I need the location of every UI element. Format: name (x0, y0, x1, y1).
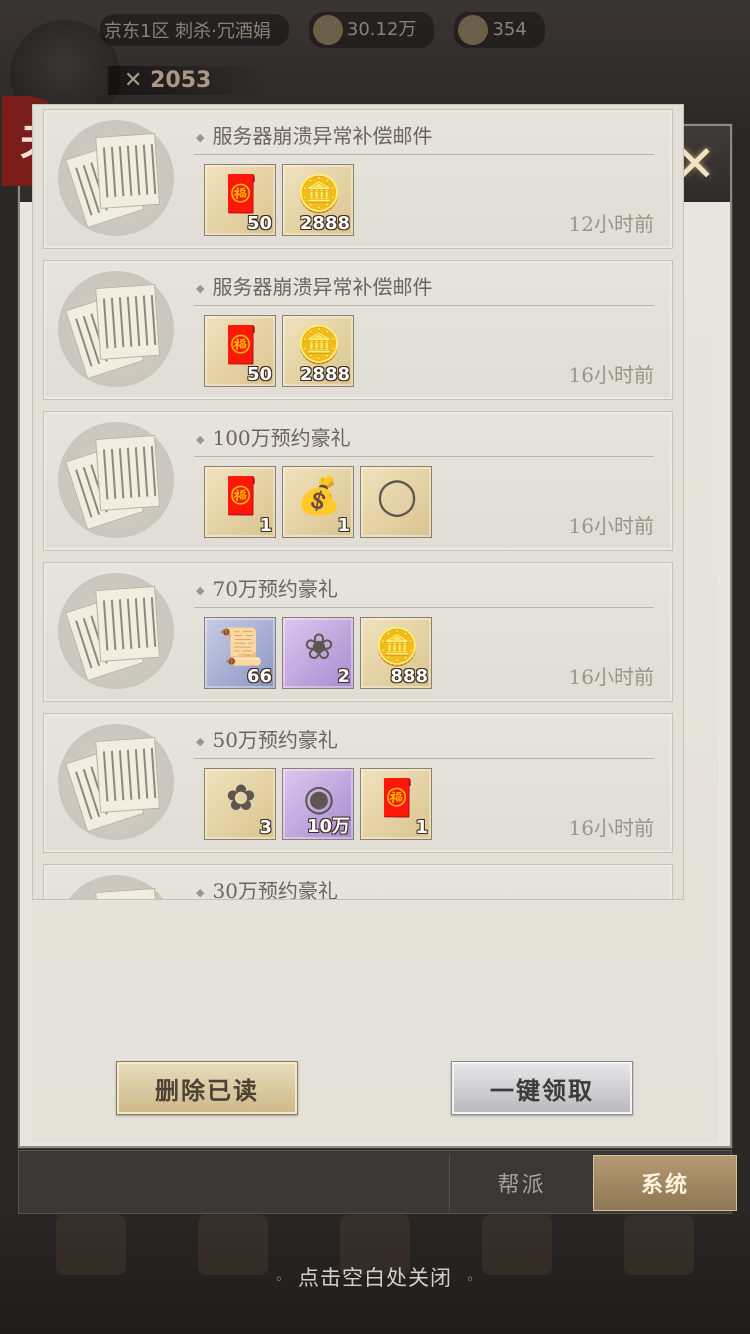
claim-all-button[interactable]: 一键领取 (451, 1061, 633, 1115)
silver-amount: 30.12万 (346, 19, 417, 40)
reward-item[interactable]: 🧧 1 (204, 466, 276, 538)
mail-item[interactable]: 30万预约豪礼 (43, 864, 673, 899)
reward-count: 50 (246, 213, 272, 234)
reward-item[interactable]: 💰 1 (282, 466, 354, 538)
mail-item[interactable]: 70万预约豪礼 📜66❀2🪙888 16小时前 (43, 562, 673, 702)
mail-rewards: 🧧 1 💰 1 ◯ (204, 466, 432, 538)
mail-divider (194, 305, 654, 306)
letter-sheet (95, 132, 161, 209)
mail-letter-icon (58, 120, 174, 236)
background-right (730, 130, 750, 1220)
letter-paper-icon (63, 579, 175, 687)
silver-coin-icon (312, 15, 343, 45)
gold-resource: 354 (454, 12, 545, 48)
mail-time: 16小时前 (568, 363, 654, 387)
mail-letter-icon (58, 724, 174, 840)
reward-item[interactable]: ◉ 10万 (282, 768, 354, 840)
tab-system[interactable]: 系统 (593, 1155, 737, 1211)
mail-time: 12小时前 (568, 212, 654, 236)
reward-count: 10万 (306, 816, 350, 837)
letter-sheet (95, 283, 161, 360)
reward-item[interactable]: 📜 66 (204, 617, 276, 689)
reward-count: 2888 (299, 364, 350, 385)
letter-sheet (95, 887, 161, 899)
reward-count: 3 (259, 817, 272, 838)
mail-rewards: 🧧 50 🪙 2888 (204, 315, 354, 387)
gold-amount: 354 (492, 19, 527, 40)
tab-gang[interactable]: 帮派 (449, 1155, 593, 1211)
reward-count: 1 (415, 817, 428, 838)
mail-letter-icon (58, 573, 174, 689)
reward-item[interactable]: 🪙 888 (360, 617, 432, 689)
mail-item[interactable]: 服务器崩溃异常补偿邮件 🧧50🪙2888 16小时前 (43, 260, 673, 400)
mail-rewards: 🧧 50 🪙 2888 (204, 164, 354, 236)
letter-paper-icon (63, 881, 175, 899)
letter-sheet (95, 434, 161, 511)
mail-letter-icon (58, 271, 174, 387)
reward-count: 66 (246, 666, 272, 687)
gold-ingot-icon (458, 15, 489, 45)
mail-divider (194, 456, 654, 457)
silver-resource: 30.12万 (308, 12, 435, 48)
mail-title: 30万预约豪礼 (196, 875, 337, 899)
mail-item[interactable]: 服务器崩溃异常补偿邮件 🧧50🪙2888 12小时前 (43, 109, 673, 249)
letter-paper-icon (63, 277, 175, 385)
reward-item[interactable]: 🧧 50 (204, 315, 276, 387)
mail-title: 服务器崩溃异常补偿邮件 (196, 120, 432, 149)
hint-dot-icon: ◦ (274, 1271, 284, 1288)
mail-divider (194, 758, 654, 759)
reward-item[interactable]: ◯ (360, 466, 432, 538)
mail-divider (194, 154, 654, 155)
combat-power-value: 2053 (150, 68, 212, 93)
reward-item[interactable]: 🪙 2888 (282, 315, 354, 387)
reward-count: 1 (337, 515, 350, 536)
mail-title: 70万预约豪礼 (196, 573, 337, 602)
mail-item[interactable]: 50万预约豪礼 ✿3◉10万🧧1 16小时前 (43, 713, 673, 853)
background-topbar: 京东1区 刺杀·冗酒娟 30.12万 354 (100, 10, 740, 50)
letter-paper-icon (63, 730, 175, 838)
flower-wreath-icon: ◯ (376, 476, 418, 517)
combat-power: ✕ 2053 (108, 66, 272, 95)
mail-letter-icon (58, 422, 174, 538)
reward-item[interactable]: 🪙 2888 (282, 164, 354, 236)
mail-time: 16小时前 (568, 816, 654, 840)
reward-count: 1 (259, 515, 272, 536)
delete-read-button[interactable]: 删除已读 (116, 1061, 298, 1115)
reward-count: 50 (246, 364, 272, 385)
mail-rewards: 📜 66 ❀ 2 🪙 888 (204, 617, 432, 689)
reward-item[interactable]: ✿ 3 (204, 768, 276, 840)
letter-sheet (95, 585, 161, 662)
mail-time: 16小时前 (568, 665, 654, 689)
mail-rewards: ✿ 3 ◉ 10万 🧧 1 (204, 768, 432, 840)
mail-title: 服务器崩溃异常补偿邮件 (196, 271, 432, 300)
hint-dot-icon: ◦ (466, 1271, 476, 1288)
mail-list[interactable]: 服务器崩溃异常补偿邮件🧧50🪙288812小时前服务器崩溃异常补偿邮件🧧50🪙2… (32, 104, 684, 900)
mail-letter-icon (58, 875, 175, 899)
reward-count: 888 (390, 666, 428, 687)
reward-item[interactable]: ❀ 2 (282, 617, 354, 689)
reward-count: 2 (337, 666, 350, 687)
close-hint[interactable]: ◦ 点击空白处关闭 ◦ (0, 1262, 750, 1292)
mail-title: 50万预约豪礼 (196, 724, 337, 753)
player-name-label: 京东1区 刺杀·冗酒娟 (100, 14, 289, 46)
reward-item[interactable]: 🧧 1 (360, 768, 432, 840)
letter-sheet (95, 736, 161, 813)
mail-title: 100万预约豪礼 (196, 422, 350, 451)
letter-paper-icon (63, 428, 175, 536)
mail-divider (194, 607, 654, 608)
mail-time: 16小时前 (568, 514, 654, 538)
letter-paper-icon (63, 126, 175, 234)
background-left (0, 130, 20, 1220)
close-hint-text: 点击空白处关闭 (298, 1266, 452, 1290)
reward-item[interactable]: 🧧 50 (204, 164, 276, 236)
mail-item[interactable]: 100万预约豪礼 🧧1💰1 ◯ 16小时前 (43, 411, 673, 551)
reward-count: 2888 (299, 213, 350, 234)
tabs-bar: 帮派 系统 (18, 1150, 737, 1214)
